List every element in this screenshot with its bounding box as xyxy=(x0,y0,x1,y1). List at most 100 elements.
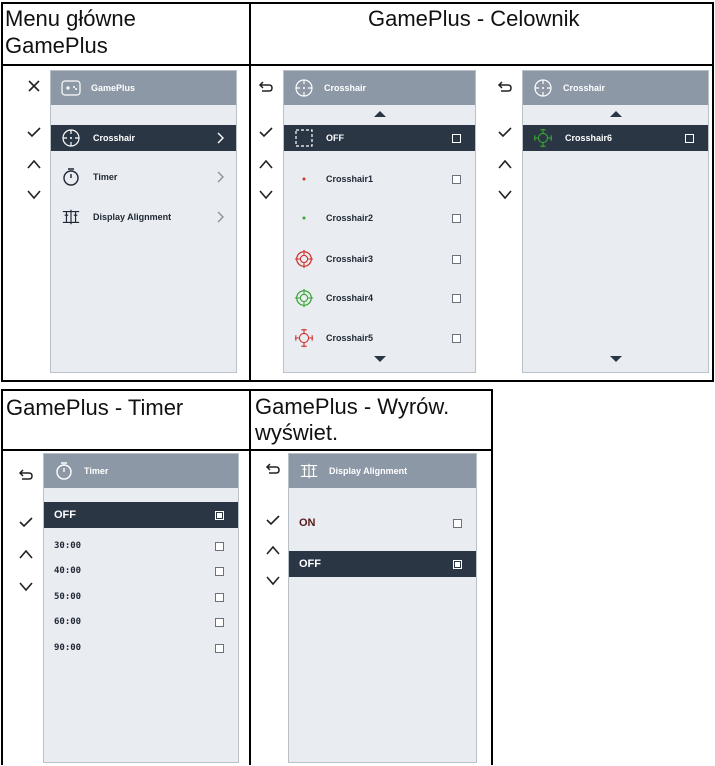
timer-option-90[interactable]: 90:00 xyxy=(44,635,238,661)
crosshair-option-off[interactable]: OFF xyxy=(284,125,475,151)
grid-line xyxy=(1,449,493,451)
timer-option-50[interactable]: 50:00 xyxy=(44,584,238,610)
red-crosshair-icon xyxy=(294,249,314,269)
timer-option-30[interactable]: 30:00 xyxy=(44,533,238,559)
timer-option-off[interactable]: OFF xyxy=(44,502,238,528)
option-label: 50:00 xyxy=(54,592,82,602)
checkbox[interactable] xyxy=(452,175,461,184)
panel-header: GamePlus xyxy=(51,71,236,105)
down-icon[interactable] xyxy=(258,186,274,202)
option-label: Crosshair2 xyxy=(326,213,374,223)
panel-header: Crosshair xyxy=(284,71,475,105)
option-label: Crosshair5 xyxy=(326,333,374,343)
grid-line xyxy=(712,2,714,382)
back-icon[interactable] xyxy=(258,78,274,94)
checkbox[interactable] xyxy=(215,644,224,653)
checkbox[interactable] xyxy=(452,294,461,303)
checkbox[interactable] xyxy=(685,134,694,143)
check-icon[interactable] xyxy=(258,124,274,140)
menu-item-crosshair[interactable]: Crosshair xyxy=(51,125,236,151)
back-icon[interactable] xyxy=(18,466,34,482)
down-icon[interactable] xyxy=(265,572,281,588)
panel-crosshair-list-page2: Crosshair Crosshair6 xyxy=(522,70,709,373)
option-label: 40:00 xyxy=(54,566,82,576)
down-icon[interactable] xyxy=(18,578,34,594)
checkbox[interactable] xyxy=(215,542,224,551)
crosshair-option-6[interactable]: Crosshair6 xyxy=(523,125,708,151)
up-icon[interactable] xyxy=(18,547,34,563)
back-icon[interactable] xyxy=(265,460,281,476)
option-label: ON xyxy=(299,517,316,529)
close-icon[interactable] xyxy=(26,78,42,94)
grid-line xyxy=(1,380,714,382)
option-label: OFF xyxy=(299,558,321,570)
down-icon[interactable] xyxy=(26,186,42,202)
panel-display-alignment: Display Alignment ON OFF xyxy=(288,453,477,763)
checkbox[interactable] xyxy=(453,560,462,569)
check-icon[interactable] xyxy=(497,124,513,140)
up-icon[interactable] xyxy=(265,543,281,559)
grid-line xyxy=(1,389,3,765)
timer-option-40[interactable]: 40:00 xyxy=(44,558,238,584)
alignment-option-on[interactable]: ON xyxy=(289,510,476,536)
back-icon[interactable] xyxy=(497,78,513,94)
checkbox[interactable] xyxy=(452,214,461,223)
checkbox[interactable] xyxy=(215,511,224,520)
alignment-icon xyxy=(299,461,319,481)
grid-line xyxy=(1,2,3,382)
menu-item-display-alignment[interactable]: Display Alignment xyxy=(51,204,236,230)
panel-title: Timer xyxy=(84,466,109,476)
timer-option-60[interactable]: 60:00 xyxy=(44,609,238,635)
check-icon[interactable] xyxy=(26,124,42,140)
checkbox[interactable] xyxy=(215,618,224,627)
option-label: Crosshair1 xyxy=(326,174,374,184)
menu-item-label: Timer xyxy=(93,172,118,182)
alignment-option-off[interactable]: OFF xyxy=(289,551,476,577)
checkbox[interactable] xyxy=(215,567,224,576)
panel-title: Crosshair xyxy=(324,83,367,93)
up-icon[interactable] xyxy=(497,157,513,173)
crosshair-option-3[interactable]: Crosshair3 xyxy=(284,246,475,272)
crosshair-option-1[interactable]: Crosshair1 xyxy=(284,166,475,192)
crosshair-icon xyxy=(533,78,553,98)
checkbox[interactable] xyxy=(452,255,461,264)
header-alignment: GamePlus - Wyrów. wyświet. xyxy=(255,394,450,445)
scroll-up-icon[interactable] xyxy=(374,111,386,117)
grid-line xyxy=(249,389,251,765)
panel-timer: Timer OFF 30:00 40:00 50:00 60:00 90:00 xyxy=(43,453,239,763)
check-icon[interactable] xyxy=(265,512,281,528)
panel-title: Crosshair xyxy=(563,83,606,93)
checkbox[interactable] xyxy=(452,134,461,143)
chevron-right-icon xyxy=(212,169,228,185)
header-main-menu: Menu główne GamePlus xyxy=(5,6,136,58)
green-dot-icon xyxy=(294,208,314,228)
panel-title: Display Alignment xyxy=(329,466,408,476)
checkbox[interactable] xyxy=(453,519,462,528)
panel-header: Crosshair xyxy=(523,71,708,105)
stopwatch-icon xyxy=(61,167,81,187)
red-tick-crosshair-icon xyxy=(294,328,314,348)
panel-main-menu: GamePlus Crosshair Timer Display Alignme… xyxy=(50,70,237,373)
crosshair-option-2[interactable]: Crosshair2 xyxy=(284,205,475,231)
up-icon[interactable] xyxy=(258,157,274,173)
menu-item-timer[interactable]: Timer xyxy=(51,164,236,190)
scroll-up-icon[interactable] xyxy=(610,111,622,117)
panel-crosshair-list: Crosshair OFF Crosshair1 Crosshair2 Cros… xyxy=(283,70,476,373)
gamepad-icon xyxy=(61,78,81,98)
scroll-down-icon[interactable] xyxy=(374,356,386,362)
down-icon[interactable] xyxy=(497,186,513,202)
crosshair-option-4[interactable]: Crosshair4 xyxy=(284,285,475,311)
checkbox[interactable] xyxy=(215,593,224,602)
grid-line xyxy=(491,389,493,765)
green-tick-crosshair-icon xyxy=(533,128,553,148)
alignment-icon xyxy=(61,207,81,227)
checkbox[interactable] xyxy=(452,334,461,343)
grid-line xyxy=(249,2,251,382)
scroll-down-icon[interactable] xyxy=(610,356,622,362)
red-dot-icon xyxy=(294,169,314,189)
check-icon[interactable] xyxy=(18,514,34,530)
crosshair-option-5[interactable]: Crosshair5 xyxy=(284,325,475,351)
chevron-right-icon xyxy=(212,130,228,146)
option-label: 30:00 xyxy=(54,541,82,551)
up-icon[interactable] xyxy=(26,157,42,173)
